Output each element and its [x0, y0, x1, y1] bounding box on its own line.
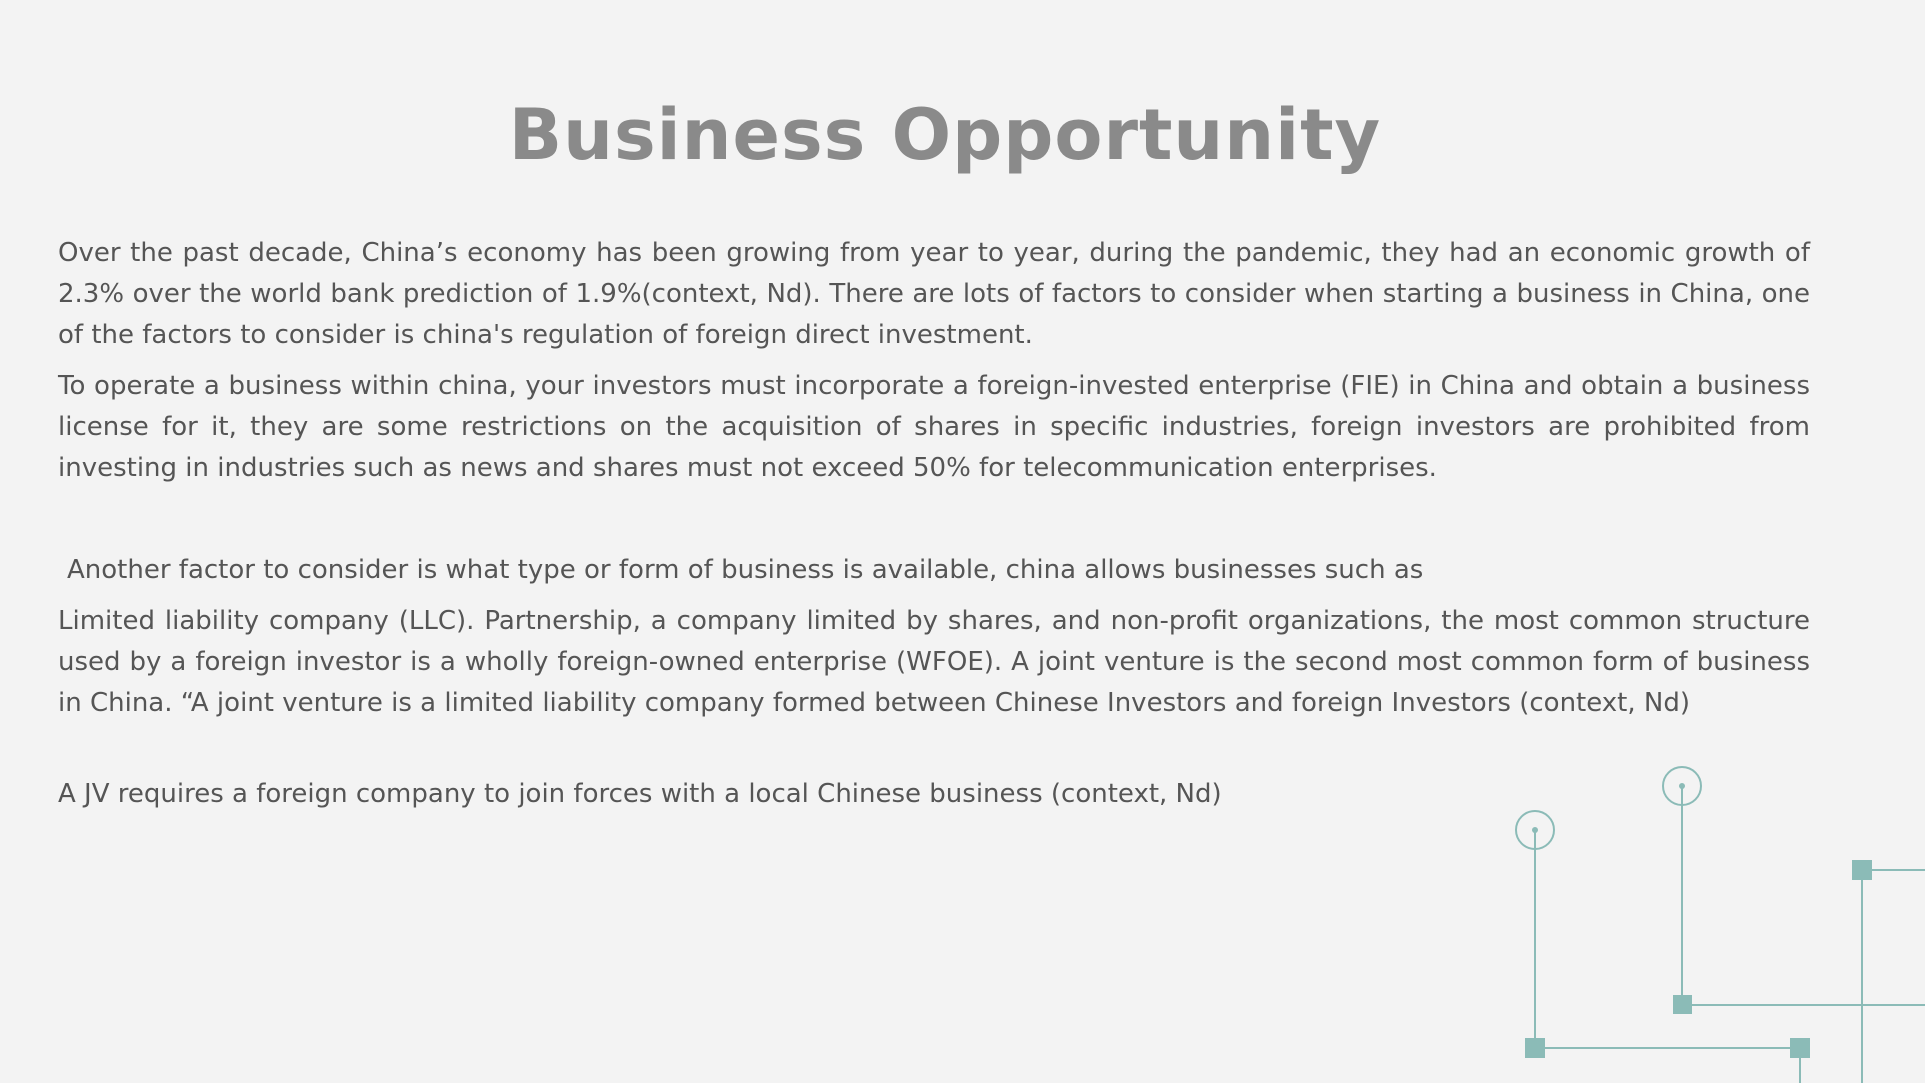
- circuit-decoration: [1515, 766, 1925, 1083]
- circuit-node-square: [1790, 1038, 1810, 1058]
- circuit-node-square: [1673, 995, 1692, 1014]
- slide: Business Opportunity Over the past decad…: [0, 0, 1925, 1083]
- circuit-node-square: [1852, 860, 1872, 880]
- circuit-node-square: [1525, 1038, 1545, 1058]
